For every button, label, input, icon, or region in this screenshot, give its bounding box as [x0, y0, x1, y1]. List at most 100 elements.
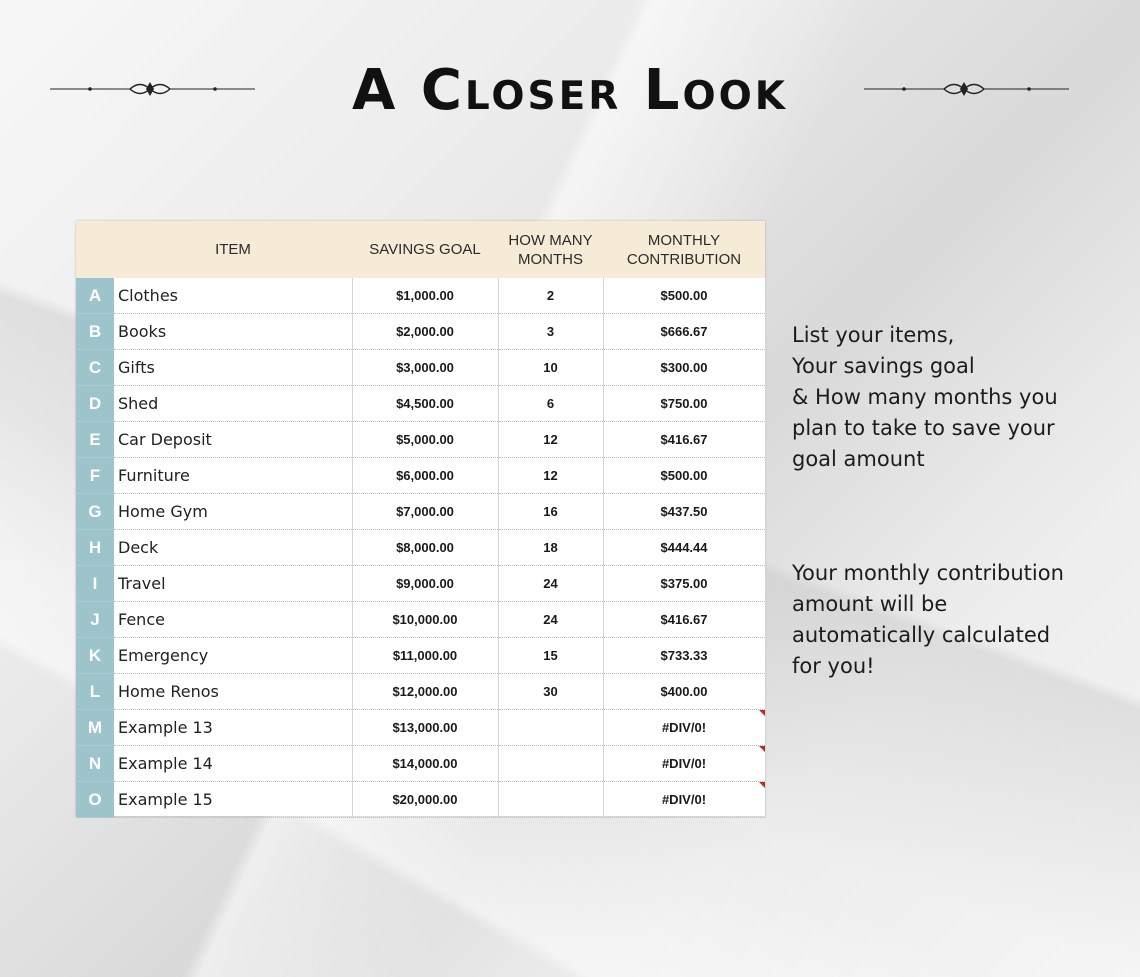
item-cell[interactable]: Clothes [114, 278, 353, 314]
error-indicator-icon [758, 746, 765, 752]
monthly-contribution-cell: #DIV/0! [603, 745, 766, 782]
months-cell[interactable]: 24 [498, 601, 604, 638]
row-letter-cell: D [76, 385, 114, 422]
item-cell[interactable]: Fence [114, 601, 353, 638]
table-row: O Example 15 $20,000.00 #DIV/0! [76, 781, 766, 818]
table-row: J Fence $10,000.00 24 $416.67 [76, 601, 766, 638]
instructions-line: goal amount [792, 447, 925, 471]
savings-goal-cell[interactable]: $14,000.00 [352, 745, 499, 782]
savings-goal-cell[interactable]: $4,500.00 [352, 385, 499, 422]
savings-goal-cell[interactable]: $9,000.00 [352, 565, 499, 602]
item-cell[interactable]: Books [114, 313, 353, 350]
savings-goal-header: SAVINGS GOAL [352, 221, 498, 278]
table-body: A Clothes $1,000.00 2 $500.00 B Books $2,000.00… [76, 278, 766, 818]
row-letter-cell: K [76, 637, 114, 674]
months-cell[interactable]: 12 [498, 457, 604, 494]
item-cell[interactable]: Emergency [114, 637, 353, 674]
months-cell[interactable] [498, 709, 604, 746]
auto-calc-note: Your monthly contribution amount will be… [792, 558, 1122, 682]
instructions-line: & How many months you [792, 385, 1058, 409]
savings-goal-cell[interactable]: $2,000.00 [352, 313, 499, 350]
item-cell[interactable]: Example 14 [114, 745, 353, 782]
table-row: N Example 14 $14,000.00 #DIV/0! [76, 745, 766, 782]
item-cell[interactable]: Car Deposit [114, 421, 353, 458]
monthly-contribution-cell: $416.67 [603, 421, 766, 458]
row-letter-cell: N [76, 745, 114, 782]
monthly-contribution-cell: #DIV/0! [603, 781, 766, 818]
months-cell[interactable]: 12 [498, 421, 604, 458]
ornament-divider-right-icon [864, 82, 1069, 96]
table-row: C Gifts $3,000.00 10 $300.00 [76, 349, 766, 386]
auto-calc-line: for you! [792, 654, 875, 678]
item-cell[interactable]: Example 13 [114, 709, 353, 746]
instructions-line: List your items, [792, 323, 955, 347]
row-letter-cell: M [76, 709, 114, 746]
months-cell[interactable] [498, 745, 604, 782]
auto-calc-line: automatically calculated [792, 623, 1051, 647]
monthly-contribution-cell: $416.67 [603, 601, 766, 638]
months-cell[interactable]: 24 [498, 565, 604, 602]
how-many-months-header-line2: MONTHS [518, 250, 583, 268]
savings-goal-cell[interactable]: $12,000.00 [352, 673, 499, 710]
savings-goal-cell[interactable]: $5,000.00 [352, 421, 499, 458]
row-letter-cell: G [76, 493, 114, 530]
letter-header [76, 221, 114, 278]
row-letter-cell: C [76, 349, 114, 386]
table-row: G Home Gym $7,000.00 16 $437.50 [76, 493, 766, 530]
item-cell[interactable]: Shed [114, 385, 353, 422]
instructions-text: List your items, Your savings goal & How… [792, 320, 1122, 475]
item-cell[interactable]: Example 15 [114, 781, 353, 818]
months-cell[interactable]: 18 [498, 529, 604, 566]
months-cell[interactable]: 3 [498, 313, 604, 350]
row-letter-cell: O [76, 781, 114, 818]
monthly-contribution-cell: $437.50 [603, 493, 766, 530]
table-row: F Furniture $6,000.00 12 $500.00 [76, 457, 766, 494]
item-cell[interactable]: Deck [114, 529, 353, 566]
row-letter-cell: B [76, 313, 114, 350]
monthly-contribution-cell: $733.33 [603, 637, 766, 674]
monthly-contribution-cell: #DIV/0! [603, 709, 766, 746]
savings-goal-cell[interactable]: $6,000.00 [352, 457, 499, 494]
table-row: A Clothes $1,000.00 2 $500.00 [76, 278, 766, 314]
row-letter-cell: A [76, 278, 114, 314]
months-cell[interactable]: 30 [498, 673, 604, 710]
table-row: M Example 13 $13,000.00 #DIV/0! [76, 709, 766, 746]
item-cell[interactable]: Travel [114, 565, 353, 602]
item-cell[interactable]: Home Gym [114, 493, 353, 530]
instructions-line: plan to take to save your [792, 416, 1055, 440]
how-many-months-header-line1: HOW MANY [508, 231, 593, 249]
months-cell[interactable]: 2 [498, 278, 604, 314]
savings-goal-cell[interactable]: $13,000.00 [352, 709, 499, 746]
savings-goal-cell[interactable]: $20,000.00 [352, 781, 499, 818]
savings-goal-cell[interactable]: $8,000.00 [352, 529, 499, 566]
auto-calc-line: amount will be [792, 592, 948, 616]
table-row: I Travel $9,000.00 24 $375.00 [76, 565, 766, 602]
table-row: D Shed $4,500.00 6 $750.00 [76, 385, 766, 422]
monthly-contribution-header-line1: MONTHLY [647, 231, 721, 249]
item-cell[interactable]: Gifts [114, 349, 353, 386]
monthly-contribution-cell: $500.00 [603, 457, 766, 494]
monthly-contribution-header: MONTHLY CONTRIBUTION [603, 221, 765, 278]
item-cell[interactable]: Furniture [114, 457, 353, 494]
row-letter-cell: J [76, 601, 114, 638]
monthly-contribution-cell: $750.00 [603, 385, 766, 422]
months-cell[interactable]: 6 [498, 385, 604, 422]
savings-goal-cell[interactable]: $1,000.00 [352, 278, 499, 314]
table-row: B Books $2,000.00 3 $666.67 [76, 313, 766, 350]
item-cell[interactable]: Home Renos [114, 673, 353, 710]
months-cell[interactable] [498, 781, 604, 818]
item-header: ITEM [114, 221, 352, 278]
savings-goal-cell[interactable]: $10,000.00 [352, 601, 499, 638]
table-row: K Emergency $11,000.00 15 $733.33 [76, 637, 766, 674]
monthly-contribution-cell: $666.67 [603, 313, 766, 350]
savings-goal-cell[interactable]: $11,000.00 [352, 637, 499, 674]
monthly-contribution-cell: $400.00 [603, 673, 766, 710]
monthly-contribution-cell: $500.00 [603, 278, 766, 314]
months-cell[interactable]: 16 [498, 493, 604, 530]
savings-goal-cell[interactable]: $7,000.00 [352, 493, 499, 530]
months-cell[interactable]: 15 [498, 637, 604, 674]
savings-table: ITEM SAVINGS GOAL HOW MANY MONTHS MONTHL… [76, 221, 766, 818]
savings-goal-cell[interactable]: $3,000.00 [352, 349, 499, 386]
error-indicator-icon [758, 710, 765, 716]
months-cell[interactable]: 10 [498, 349, 604, 386]
